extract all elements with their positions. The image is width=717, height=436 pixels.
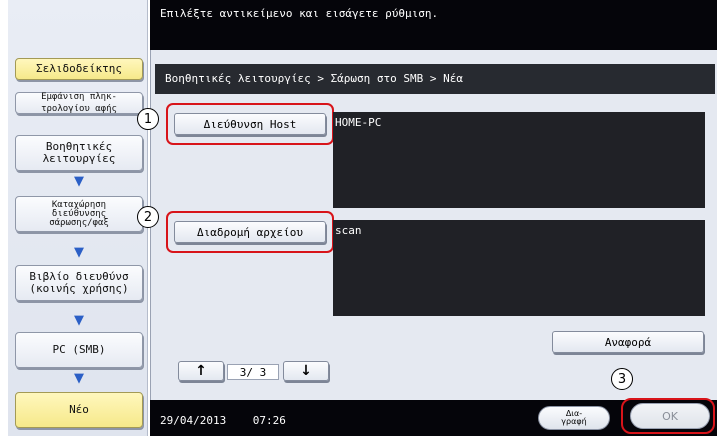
delete-button[interactable]: Δια- γραφή <box>538 406 610 430</box>
reference-button[interactable]: Αναφορά <box>552 331 704 353</box>
host-address-field[interactable]: HOME-PC <box>333 112 705 208</box>
sidebar: Σελιδοδείκτης Εμφάνιση πληκ- τρολογίου α… <box>8 0 148 436</box>
instruction-bar: Επιλέξτε αντικείμενο και εισάγετε ρύθμισ… <box>150 0 717 50</box>
arrow-down-icon: ▼ <box>74 174 84 189</box>
arrow-down-icon: ▼ <box>74 313 84 328</box>
arrow-down-icon: ↓ <box>300 363 312 379</box>
instruction-text: Επιλέξτε αντικείμενο και εισάγετε ρύθμισ… <box>160 7 439 20</box>
breadcrumb: Βοηθητικές λειτουργίες > Σάρωση στο SMB … <box>155 64 715 94</box>
step-utility-button[interactable]: Βοηθητικές λειτουργίες <box>15 135 143 171</box>
page-up-button[interactable]: ↑ <box>178 361 224 381</box>
keyboard-display-button[interactable]: Εμφάνιση πληκ- τρολογίου αφής <box>15 92 143 114</box>
host-address-button[interactable]: Διεύθυνση Host <box>174 113 326 135</box>
callout-1: 1 <box>137 108 159 130</box>
bookmark-button[interactable]: Σελιδοδείκτης <box>15 58 143 80</box>
file-path-button[interactable]: Διαδρομή αρχείου <box>174 221 326 243</box>
file-path-value: scan <box>335 224 362 237</box>
host-address-value: HOME-PC <box>335 116 382 129</box>
arrow-down-icon: ▼ <box>74 371 84 386</box>
callout-2: 2 <box>137 206 159 228</box>
step-address-book-button[interactable]: Βιβλίο διευθύνσ (κοινής χρήσης) <box>15 265 143 301</box>
breadcrumb-text: Βοηθητικές λειτουργίες > Σάρωση στο SMB … <box>165 72 464 85</box>
file-path-field[interactable]: scan <box>333 220 705 316</box>
datetime-display: 29/04/2013 07:26 <box>160 414 286 427</box>
arrow-up-icon: ↑ <box>195 363 207 379</box>
step-new-button[interactable]: Νέο <box>15 392 143 428</box>
step-pc-smb-button[interactable]: PC (SMB) <box>15 332 143 368</box>
ok-button[interactable]: OK <box>630 403 710 429</box>
page-indicator: 3/ 3 <box>227 364 279 380</box>
step-registration-button[interactable]: Καταχώρηση διεύθυνσης σάρωσης/φαξ <box>15 196 143 232</box>
page-down-button[interactable]: ↓ <box>283 361 329 381</box>
arrow-down-icon: ▼ <box>74 245 84 260</box>
callout-3: 3 <box>611 368 633 390</box>
